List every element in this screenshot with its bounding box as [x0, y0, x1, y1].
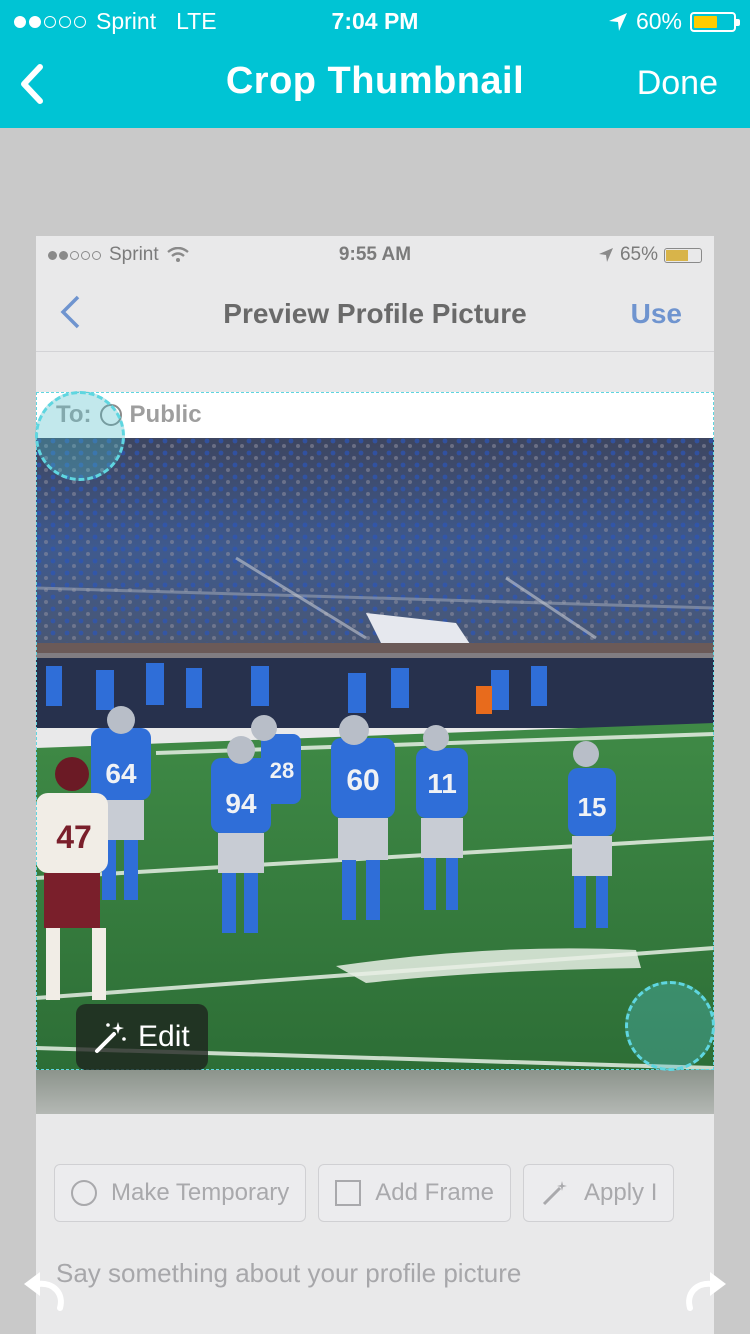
caption-placeholder: Say something about your profile picture	[56, 1258, 522, 1288]
pill-label: Add Frame	[375, 1179, 495, 1206]
embedded-title: Preview Profile Picture	[223, 298, 527, 329]
clock-icon	[71, 1180, 97, 1206]
pill-label: Apply I	[584, 1179, 658, 1206]
crop-handle-top-left[interactable]	[35, 391, 125, 481]
embedded-action-row: Make Temporary Add Frame Apply I	[54, 1164, 675, 1222]
battery-fill	[694, 15, 717, 28]
add-frame-pill: Add Frame	[318, 1164, 512, 1222]
crop-frame[interactable]	[36, 392, 714, 1070]
embedded-battery-icon	[664, 247, 702, 263]
header: Sprint LTE 7:04 PM 60% Crop Thumbnail Do…	[0, 0, 750, 128]
make-temporary-pill: Make Temporary	[54, 1164, 307, 1222]
embedded-nav-bar: Preview Profile Picture Use	[36, 276, 714, 352]
battery-icon	[690, 11, 740, 32]
magic-wand-icon	[542, 1181, 568, 1206]
nav-bar: Crop Thumbnail Done	[0, 40, 750, 128]
magic-wand-icon	[95, 1022, 126, 1053]
done-button[interactable]: Done	[637, 64, 718, 103]
location-arrow-icon	[598, 248, 613, 262]
embedded-battery-text: 65%	[619, 244, 658, 265]
undo-icon[interactable]	[20, 1266, 68, 1314]
crop-handle-bottom-right[interactable]	[625, 981, 715, 1071]
edit-label: Edit	[138, 1020, 190, 1053]
battery-percent: 60%	[635, 8, 682, 34]
status-bar: Sprint LTE 7:04 PM 60%	[0, 0, 750, 40]
embedded-status-bar: Sprint 9:55 AM 65%	[36, 236, 714, 276]
location-arrow-icon	[608, 12, 627, 31]
embedded-use-button: Use	[630, 298, 682, 329]
apply-pill: Apply I	[523, 1164, 675, 1222]
redo-icon[interactable]	[682, 1266, 730, 1314]
photo-bottom-strip	[36, 1070, 714, 1114]
frame-icon	[335, 1180, 362, 1206]
pill-label: Make Temporary	[111, 1179, 290, 1206]
edit-button[interactable]: Edit	[76, 1004, 208, 1070]
